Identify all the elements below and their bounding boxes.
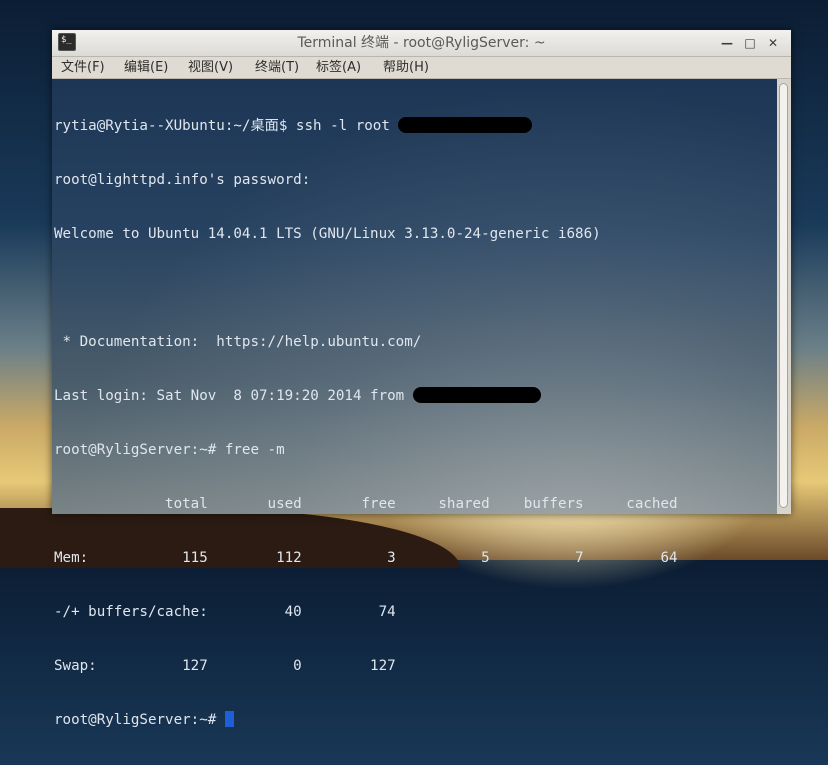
terminal-line: rytia@Rytia--XUbuntu:~/桌面$ ssh -l root <box>54 117 678 135</box>
free-buffers-cache-row: -/+ buffers/cache: 40 74 <box>54 604 396 620</box>
terminal-line: root@lighttpd.info's password: <box>54 172 311 188</box>
redacted-ip <box>412 387 541 403</box>
menu-bar: 文件(F) 编辑(E) 视图(V) 终端(T) 标签(A) 帮助(H) <box>52 57 791 79</box>
text-cursor <box>224 711 234 727</box>
title-bar[interactable]: $_ Terminal 终端 - root@RyligServer: ~ — □… <box>52 30 791 57</box>
menu-tabs[interactable]: 标签(A) <box>316 57 361 78</box>
minimize-button[interactable]: — <box>718 34 736 52</box>
menu-help[interactable]: 帮助(H) <box>383 57 429 78</box>
terminal-line: Last login: Sat Nov 8 07:19:20 2014 from <box>54 387 678 405</box>
redacted-hostname <box>398 117 533 133</box>
close-button[interactable]: ✕ <box>764 34 782 52</box>
terminal-text: rytia@Rytia--XUbuntu:~/桌面$ ssh -l root r… <box>54 81 678 765</box>
terminal-output[interactable]: rytia@Rytia--XUbuntu:~/桌面$ ssh -l root r… <box>52 79 777 728</box>
last-login-text: Last login: Sat Nov 8 07:19:20 2014 from <box>54 388 413 404</box>
terminal-line: root@RyligServer:~# free -m <box>54 442 285 458</box>
menu-terminal[interactable]: 终端(T) <box>255 57 299 78</box>
window-title: Terminal 终端 - root@RyligServer: ~ <box>297 35 546 51</box>
scrollbar[interactable] <box>777 79 791 514</box>
free-header-row: total used free shared buffers cached <box>54 496 678 512</box>
free-mem-row: Mem: 115 112 3 5 7 64 <box>54 550 678 566</box>
menu-edit[interactable]: 编辑(E) <box>124 57 168 78</box>
terminal-line: root@RyligServer:~# <box>54 711 678 729</box>
free-swap-row: Swap: 127 0 127 <box>54 658 396 674</box>
menu-view[interactable]: 视图(V) <box>188 57 233 78</box>
menu-file[interactable]: 文件(F) <box>61 57 105 78</box>
terminal-line: Welcome to Ubuntu 14.04.1 LTS (GNU/Linux… <box>54 226 601 242</box>
maximize-button[interactable]: □ <box>741 34 759 52</box>
shell-prompt: root@RyligServer:~# <box>54 712 225 728</box>
terminal-window: $_ Terminal 终端 - root@RyligServer: ~ — □… <box>52 30 791 728</box>
scrollbar-thumb[interactable] <box>779 83 788 508</box>
terminal-line: * Documentation: https://help.ubuntu.com… <box>54 334 422 350</box>
ssh-command-line: rytia@Rytia--XUbuntu:~/桌面$ ssh -l root <box>54 118 399 134</box>
